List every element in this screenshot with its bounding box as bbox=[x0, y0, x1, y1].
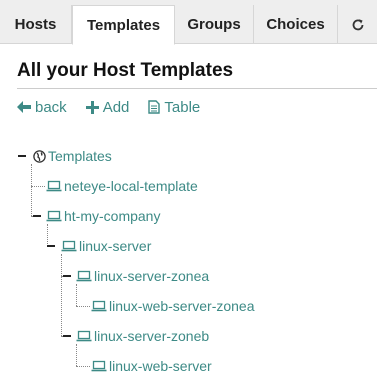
tree-connector bbox=[31, 164, 32, 216]
tree-node-label: linux-web-server-zonea bbox=[109, 298, 255, 314]
tree-connector bbox=[47, 224, 48, 246]
tree-node-label: linux-server-zoneb bbox=[94, 328, 210, 344]
tree-node-linux-web-server[interactable]: linux-web-server bbox=[91, 357, 212, 375]
tree-node-linux-web-server-zonea[interactable]: linux-web-server-zonea bbox=[91, 297, 255, 315]
laptop-icon bbox=[91, 360, 107, 372]
tree-node-ht-my-company[interactable]: ht-my-company bbox=[46, 207, 160, 225]
collapse-toggle-linux-server-zoneb[interactable] bbox=[63, 335, 71, 337]
collapse-toggle-templates[interactable] bbox=[18, 155, 26, 157]
collapse-toggle-linux-server-zonea[interactable] bbox=[63, 275, 71, 277]
laptop-icon bbox=[46, 210, 62, 222]
tree-node-linux-server[interactable]: linux-server bbox=[61, 237, 151, 255]
collapse-toggle-ht-my-company[interactable] bbox=[33, 215, 41, 217]
tree-connector bbox=[76, 344, 77, 366]
tree-connector bbox=[76, 366, 90, 367]
globe-icon bbox=[33, 149, 46, 163]
template-tree: Templates neteye-local-template ht-my-co… bbox=[0, 0, 377, 377]
collapse-toggle-linux-server[interactable] bbox=[47, 245, 55, 247]
tree-connector bbox=[76, 284, 77, 306]
tree-node-label: Templates bbox=[48, 148, 112, 164]
tree-node-label: ht-my-company bbox=[64, 208, 161, 224]
laptop-icon bbox=[46, 180, 62, 192]
tree-node-templates[interactable]: Templates bbox=[33, 147, 112, 165]
tree-node-linux-server-zoneb[interactable]: linux-server-zoneb bbox=[76, 327, 209, 345]
tree-node-neteye-local-template[interactable]: neteye-local-template bbox=[46, 177, 198, 195]
tree-connector bbox=[61, 254, 62, 336]
laptop-icon bbox=[61, 240, 77, 252]
laptop-icon bbox=[76, 270, 92, 282]
tree-connector bbox=[76, 306, 90, 307]
tree-connector bbox=[31, 186, 45, 187]
tree-node-label: linux-server-zonea bbox=[94, 268, 210, 284]
tree-node-label: neteye-local-template bbox=[64, 178, 198, 194]
tree-node-linux-server-zonea[interactable]: linux-server-zonea bbox=[76, 267, 209, 285]
tree-node-label: linux-server bbox=[79, 238, 152, 254]
laptop-icon bbox=[91, 300, 107, 312]
laptop-icon bbox=[76, 330, 92, 342]
tree-node-label: linux-web-server bbox=[109, 358, 212, 374]
